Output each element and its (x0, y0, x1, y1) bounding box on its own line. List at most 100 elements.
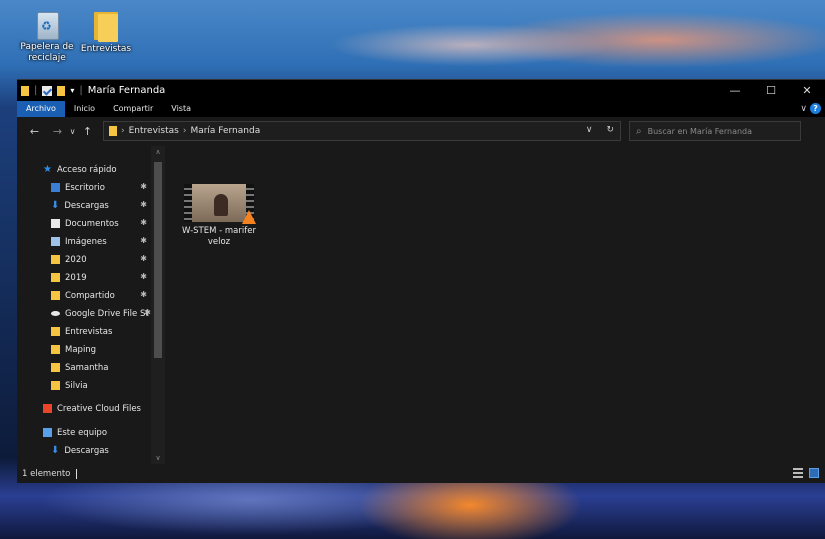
chevron-down-icon[interactable]: ∨ (586, 125, 593, 135)
minimize-button[interactable]: — (717, 80, 753, 101)
nav-item-maping[interactable]: Maping (17, 341, 165, 358)
tab-archivo[interactable]: Archivo (17, 101, 65, 117)
status-bar: 1 elemento (17, 464, 825, 483)
scrollbar-thumb[interactable] (154, 162, 162, 358)
pin-icon[interactable]: ✱ (140, 254, 147, 263)
file-explorer-window: | ▾ | María Fernanda — ☐ ✕ Archivo Inici… (17, 79, 825, 483)
forward-arrow-icon[interactable]: → (50, 125, 65, 138)
nav-item-este-equipo[interactable]: Este equipo (17, 424, 165, 441)
text-cursor (76, 468, 78, 479)
folder-icon (51, 363, 60, 372)
search-input[interactable]: ⌕ Buscar en María Fernanda (629, 121, 801, 141)
desktop-icon-entrevistas[interactable]: Entrevistas (76, 8, 136, 55)
nav-item-label: Escritorio (65, 182, 105, 193)
star-icon: ★ (43, 164, 52, 175)
vlc-video-icon (184, 184, 256, 224)
pin-icon[interactable]: ✱ (140, 290, 147, 299)
nav-item-label: Compartido (65, 290, 115, 301)
nav-item-escritorio[interactable]: Escritorio ✱ (17, 179, 165, 196)
pin-icon[interactable]: ✱ (140, 272, 147, 281)
folder-icon (51, 345, 60, 354)
breadcrumb-item[interactable]: Entrevistas (129, 126, 179, 136)
nav-item-label: Documentos (65, 218, 119, 229)
desktop-icon-recycle-bin[interactable]: ♻ Papelera de reciclaje (17, 8, 77, 64)
scroll-up-icon[interactable]: ∧ (151, 148, 165, 156)
folder-icon (51, 291, 60, 300)
breadcrumb-item[interactable]: María Fernanda (190, 126, 260, 136)
up-arrow-icon[interactable]: ↑ (80, 125, 95, 138)
nav-item-compartido[interactable]: Compartido ✱ (17, 287, 165, 304)
tab-compartir[interactable]: Compartir (104, 101, 162, 117)
nav-item-creative-cloud[interactable]: Creative Cloud Files (17, 400, 165, 417)
address-bar[interactable]: › Entrevistas › María Fernanda ∨ ↻ (103, 121, 621, 141)
folder-icon (92, 8, 120, 42)
nav-item-google-drive[interactable]: Google Drive File St ✱ (17, 305, 165, 322)
large-icons-view-icon[interactable] (809, 468, 819, 478)
expand-ribbon-icon[interactable]: ∨ (800, 104, 807, 114)
desktop-icon-label: Entrevistas (80, 44, 132, 54)
quick-access-dropdown-icon[interactable]: ▾ (70, 86, 74, 95)
refresh-icon[interactable]: ↻ (606, 125, 614, 135)
scroll-down-icon[interactable]: ∨ (151, 454, 165, 462)
pin-icon[interactable]: ✱ (140, 236, 147, 245)
search-placeholder: Buscar en María Fernanda (647, 126, 753, 136)
maximize-button[interactable]: ☐ (753, 80, 789, 101)
nav-item-label: 2020 (65, 254, 87, 265)
address-row: ← → ∨ ↑ › Entrevistas › María Fernanda ∨… (17, 117, 825, 145)
back-arrow-icon[interactable]: ← (27, 125, 42, 138)
nav-item-descargas-pc[interactable]: ⬇ Descargas (17, 442, 165, 459)
nav-item-label: Imágenes (65, 236, 107, 247)
nav-item-label: Descargas (64, 445, 109, 456)
file-list-pane[interactable]: W-STEM - marifer veloz (165, 146, 825, 464)
file-name: W-STEM - marifer veloz (182, 226, 256, 247)
pin-icon[interactable]: ✱ (140, 218, 147, 227)
nav-item-entrevistas[interactable]: Entrevistas (17, 323, 165, 340)
help-icon[interactable]: ? (810, 103, 821, 114)
tab-inicio[interactable]: Inicio (65, 101, 104, 117)
folder-icon (51, 327, 60, 336)
nav-item-label: 2019 (65, 272, 87, 283)
title-bar: | ▾ | María Fernanda — ☐ ✕ (17, 80, 825, 101)
nav-item-label: Descargas (64, 200, 109, 211)
nav-item-documentos[interactable]: Documentos ✱ (17, 215, 165, 232)
nav-item-acceso-rapido[interactable]: ★ Acceso rápido (17, 161, 165, 178)
pictures-icon (51, 237, 60, 246)
computer-icon (43, 428, 52, 437)
desktop-icon-label: Papelera de reciclaje (20, 42, 74, 63)
nav-item-label: Maping (65, 344, 97, 355)
recent-locations-icon[interactable]: ∨ (65, 127, 80, 136)
new-folder-icon[interactable] (57, 85, 66, 96)
ribbon-tabs: Archivo Inicio Compartir Vista ∨ ? (17, 101, 825, 117)
details-view-icon[interactable] (793, 468, 803, 478)
nav-item-2020[interactable]: 2020 ✱ (17, 251, 165, 268)
chevron-right-icon[interactable]: › (183, 126, 187, 136)
desktop-icon (51, 183, 60, 192)
nav-item-samantha[interactable]: Samantha (17, 359, 165, 376)
nav-item-descargas[interactable]: ⬇ Descargas ✱ (17, 197, 165, 214)
pin-icon[interactable]: ✱ (144, 308, 151, 317)
navigation-pane: ★ Acceso rápido Escritorio ✱ ⬇ Descargas… (17, 146, 165, 464)
pin-icon[interactable]: ✱ (140, 200, 147, 209)
file-item[interactable]: W-STEM - marifer veloz (181, 184, 257, 248)
tab-vista[interactable]: Vista (162, 101, 200, 117)
nav-item-label: Creative Cloud Files (57, 403, 141, 414)
nav-item-2019[interactable]: 2019 ✱ (17, 269, 165, 286)
folder-icon (51, 381, 60, 390)
folder-icon (51, 273, 60, 282)
nav-item-silvia[interactable]: Silvia (17, 377, 165, 394)
nav-item-label: Entrevistas (65, 326, 113, 337)
nav-scrollbar[interactable]: ∧ ∨ (151, 146, 165, 464)
close-button[interactable]: ✕ (789, 80, 825, 101)
documents-icon (51, 219, 60, 228)
download-icon: ⬇ (51, 445, 60, 456)
download-icon: ⬇ (51, 200, 60, 211)
folder-icon (51, 255, 60, 264)
pin-icon[interactable]: ✱ (140, 182, 147, 191)
recycle-bin-icon: ♻ (33, 8, 61, 40)
properties-icon[interactable] (42, 85, 53, 96)
chevron-right-icon[interactable]: › (121, 126, 125, 136)
nav-item-label: Silvia (65, 380, 88, 391)
search-icon: ⌕ (636, 125, 642, 137)
nav-item-imagenes[interactable]: Imágenes ✱ (17, 233, 165, 250)
nav-item-label: Google Drive File St (65, 308, 149, 319)
